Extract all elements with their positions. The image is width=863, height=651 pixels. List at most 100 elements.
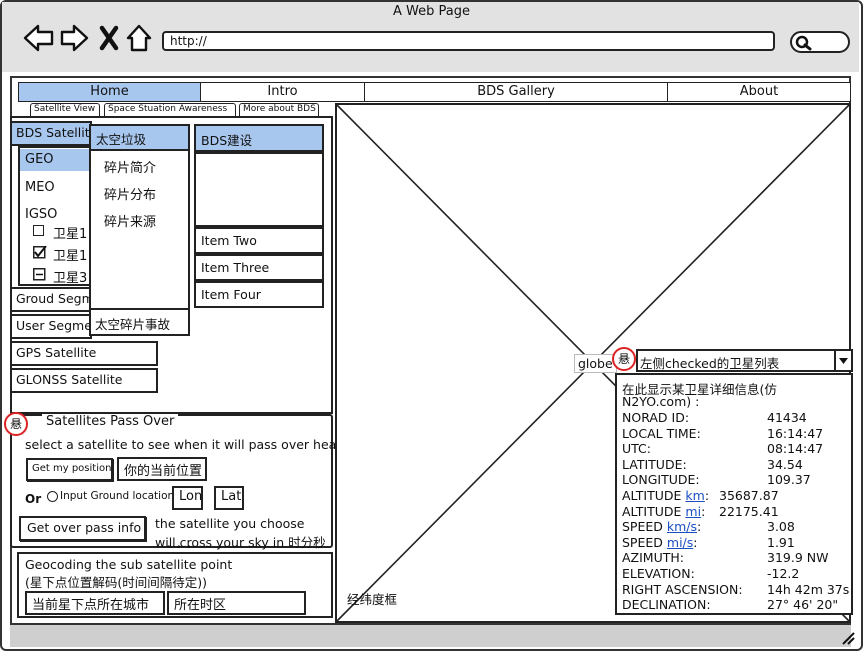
altitude-label: ALTITUDE	[622, 503, 682, 519]
speed-label: SPEED	[622, 534, 663, 550]
bds-item-three[interactable]: Item Three	[194, 254, 324, 281]
bds-construction-item-blank[interactable]	[194, 152, 324, 227]
info-row-elevation: ELEVATION: -12.2	[622, 566, 850, 582]
info-value: 14h 42m 37s	[767, 581, 850, 597]
bds-item-four[interactable]: Item Four	[194, 281, 324, 308]
info-row-longitude: LONGITUDE: 109.37	[622, 472, 850, 488]
mi-unit-link[interactable]: mi	[685, 504, 701, 519]
debris-accident-item[interactable]: 太空碎片事故	[89, 308, 190, 336]
subtab-satellite-view[interactable]: Satellite View	[30, 103, 100, 117]
info-row-latitude: LATITUDE: 34.54	[622, 457, 850, 473]
back-icon[interactable]	[23, 24, 54, 52]
lon-input[interactable]: Lon	[172, 486, 203, 510]
mis-unit-link[interactable]: mi/s	[667, 535, 693, 550]
info-row-azimuth: AZIMUTH: 319.9 NW	[622, 550, 850, 566]
window-title: A Web Page	[393, 4, 470, 19]
info-value: 34.54	[767, 456, 803, 472]
info-row-right-ascension: RIGHT ASCENSION: 14h 42m 37s	[622, 582, 850, 598]
debris-menu-item-3[interactable]: 碎片来源	[104, 211, 156, 230]
glonss-satellite-item[interactable]: GLONSS Satellite	[10, 368, 158, 393]
resize-grip-icon[interactable]	[840, 630, 856, 646]
info-label: ELEVATION:	[622, 565, 695, 581]
kms-unit-link[interactable]: km/s	[667, 519, 697, 534]
info-value: 22175.41	[719, 503, 779, 519]
nav-tab-home[interactable]: Home	[18, 82, 201, 102]
subtab-more-about-bds[interactable]: More about BDS	[239, 103, 319, 117]
satellite-checkbox-3[interactable]	[33, 268, 47, 282]
forward-icon[interactable]	[60, 24, 89, 52]
satellite-info-header-2: N2YO.com) :	[622, 394, 700, 409]
info-row-declination: DECLINATION: 27° 46' 20"	[622, 597, 850, 613]
url-bar[interactable]: http://	[162, 31, 775, 51]
globe-pin-icon: 悬	[612, 347, 636, 371]
satellite-label-1: 卫星1	[53, 227, 88, 242]
pass-over-pin-icon: 悬	[4, 412, 28, 436]
info-label: SPEED mi/s:	[622, 534, 698, 550]
km-unit-link[interactable]: km	[685, 488, 704, 503]
nav-tab-about[interactable]: About	[667, 82, 851, 102]
info-row-norad: NORAD ID: 41434	[622, 410, 850, 426]
lat-input[interactable]: Lat	[214, 486, 244, 510]
sub-satellite-city-field: 当前星下点所在城市	[25, 591, 165, 615]
info-value: -12.2	[767, 565, 800, 581]
debris-menu-item-2[interactable]: 碎片分布	[104, 184, 156, 203]
geo-item[interactable]: GEO	[20, 149, 90, 171]
info-value: 319.9 NW	[767, 550, 829, 566]
satellite-select-value: 左侧checked的卫星列表	[640, 356, 780, 371]
info-row-utc: UTC: 08:14:47	[622, 441, 850, 457]
satellite-checkbox-1[interactable]	[33, 225, 44, 236]
info-label: DECLINATION:	[622, 597, 711, 613]
geocoding-subtitle: (星下点位置解码(时间间隔待定))	[25, 575, 208, 590]
pass-over-instruction: select a satellite to see when it will p…	[25, 437, 345, 452]
user-segment-item[interactable]: User Segment	[10, 314, 92, 339]
info-label: LOCAL TIME:	[622, 425, 701, 441]
gps-satellite-item[interactable]: GPS Satellite	[10, 341, 158, 366]
info-row-local-time: LOCAL TIME: 16:14:47	[622, 426, 850, 442]
info-row-altitude-mi: ALTITUDE mi: 22175.41	[622, 504, 850, 520]
get-pass-info-button[interactable]: Get over pass info	[19, 516, 146, 541]
speed-label: SPEED	[622, 519, 663, 535]
timezone-field: 所在时区	[167, 591, 306, 615]
info-value: 08:14:47	[767, 441, 824, 457]
status-bar	[10, 623, 851, 647]
globe-label: globe	[574, 354, 617, 373]
info-label: LATITUDE:	[622, 456, 687, 472]
meo-item[interactable]: MEO	[25, 180, 55, 195]
home-icon[interactable]	[126, 24, 152, 52]
bds-item-two[interactable]: Item Two	[194, 227, 324, 254]
info-value: 41434	[767, 410, 807, 425]
satellite-info-table: NORAD ID: 41434 LOCAL TIME: 16:14:47 UTC…	[622, 410, 850, 613]
current-position-field: 你的当前位置	[117, 457, 207, 481]
igso-item[interactable]: IGSO	[25, 207, 57, 222]
close-icon[interactable]	[99, 25, 119, 51]
info-value: 27° 46' 20"	[767, 597, 839, 613]
ground-location-radio[interactable]	[47, 491, 58, 502]
search-icon[interactable]	[794, 34, 812, 52]
info-label: NORAD ID:	[622, 410, 690, 425]
bds-construction-header[interactable]: BDS建设	[194, 124, 324, 152]
nav-tab-bds-gallery[interactable]: BDS Gallery	[364, 82, 668, 102]
or-label: Or	[25, 492, 42, 506]
subtab-space-situation[interactable]: Space Stuation Awareness	[104, 103, 236, 117]
ground-location-label: Input Ground location	[60, 490, 175, 502]
bds-satellite-item[interactable]: BDS Satellite	[10, 121, 92, 146]
info-label: RIGHT ASCENSION:	[622, 581, 743, 597]
pass-over-title: Satellites Pass Over	[42, 414, 179, 429]
info-row-speed-mis: SPEED mi/s: 1.91	[622, 535, 850, 551]
info-label: LONGITUDE:	[622, 472, 700, 488]
satellite-checkbox-2[interactable]	[33, 246, 47, 260]
ground-segment-item[interactable]: Groud Segment	[10, 287, 92, 312]
info-label: SPEED km/s:	[622, 519, 702, 535]
space-debris-header[interactable]: 太空垃圾	[89, 124, 190, 151]
debris-menu-item-1[interactable]: 碎片简介	[104, 157, 156, 176]
get-position-button[interactable]: Get my position	[26, 458, 113, 481]
satellite-select[interactable]: 左侧checked的卫星列表	[636, 349, 853, 372]
info-value: 109.37	[767, 472, 811, 488]
info-value: 3.08	[767, 519, 795, 535]
nav-tab-intro[interactable]: Intro	[200, 82, 365, 102]
info-value: 35687.87	[719, 487, 779, 503]
chevron-down-icon[interactable]	[834, 351, 851, 370]
info-label: AZIMUTH:	[622, 550, 684, 566]
altitude-label: ALTITUDE	[622, 487, 682, 503]
search-box[interactable]	[790, 31, 850, 53]
